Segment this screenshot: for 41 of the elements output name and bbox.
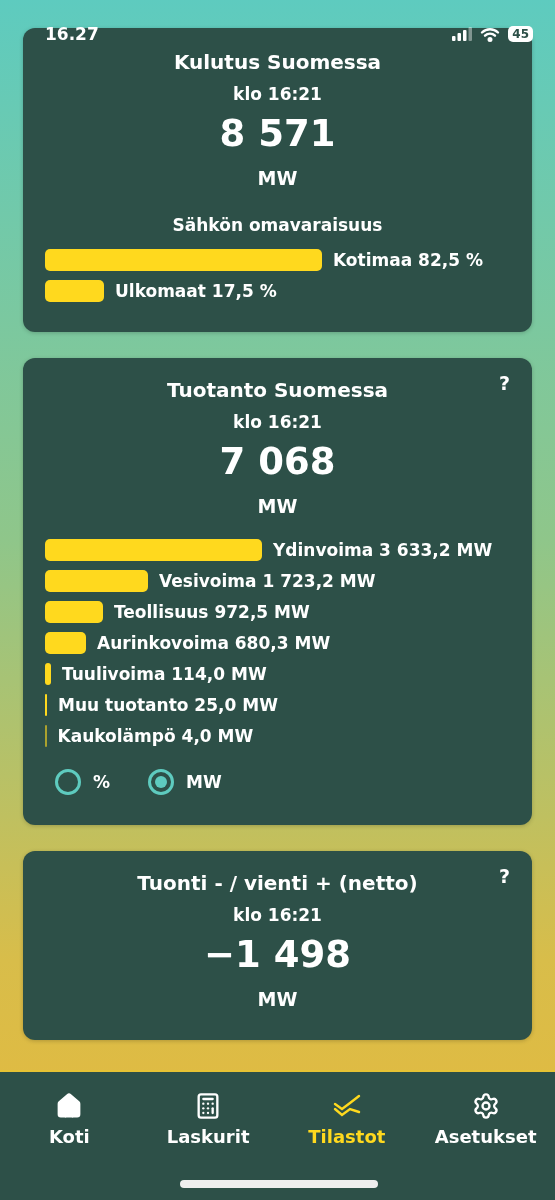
wifi-icon: [480, 26, 501, 42]
tab[interactable]: Koti: [9, 1092, 130, 1200]
time-label: klo 16:21: [233, 84, 322, 104]
bar: [45, 280, 104, 302]
bar: [45, 632, 86, 654]
radio-label: MW: [186, 772, 222, 792]
radio-label: %: [93, 772, 111, 792]
battery-level: 45: [508, 26, 533, 42]
tab[interactable]: Laskurit: [148, 1092, 269, 1200]
bar-label: Tuulivoima 114,0 MW: [62, 664, 267, 684]
value: −1 498: [204, 933, 351, 976]
card-title: Tuonti - / vienti + (netto): [137, 871, 418, 895]
bar-label: Ydinvoima 3 633,2 MW: [273, 540, 493, 560]
bar-label: Kaukolämpö 4,0 MW: [57, 726, 254, 746]
tab[interactable]: Asetukset: [425, 1092, 546, 1200]
settings-icon: [471, 1092, 500, 1120]
value: 8 571: [219, 112, 336, 155]
radio-button[interactable]: [55, 769, 81, 795]
help-button[interactable]: ?: [498, 865, 510, 887]
card-title: Tuotanto Suomessa: [166, 378, 389, 402]
bar-label: Teollisuus 972,5 MW: [114, 602, 310, 622]
tab[interactable]: Tilastot: [286, 1092, 407, 1200]
unit: MW: [257, 988, 298, 1010]
unit: MW: [257, 167, 298, 189]
bar-label: Muu tuotanto 25,0 MW: [58, 695, 278, 715]
card-title: Kulutus Suomessa: [173, 50, 382, 74]
bar-label: Kotimaa 82,5 %: [333, 250, 483, 270]
value: 7 068: [219, 440, 336, 483]
radio-button[interactable]: [148, 769, 175, 795]
help-button[interactable]: ?: [498, 372, 510, 394]
bar: [45, 601, 103, 623]
status-time: 16.27: [45, 24, 99, 44]
bar-label: Vesivoima 1 723,2 MW: [159, 571, 376, 591]
signal-icon: [452, 27, 473, 41]
time-label: klo 16:21: [233, 412, 322, 432]
bar-label: Aurinkovoima 680,3 MW: [97, 633, 331, 653]
subtitle: Sähkön omavaraisuus: [172, 215, 383, 235]
unit: MW: [257, 495, 298, 517]
bar-label: Ulkomaat 17,5 %: [115, 281, 277, 301]
bar: [45, 663, 51, 685]
time-label: klo 16:21: [233, 905, 322, 925]
